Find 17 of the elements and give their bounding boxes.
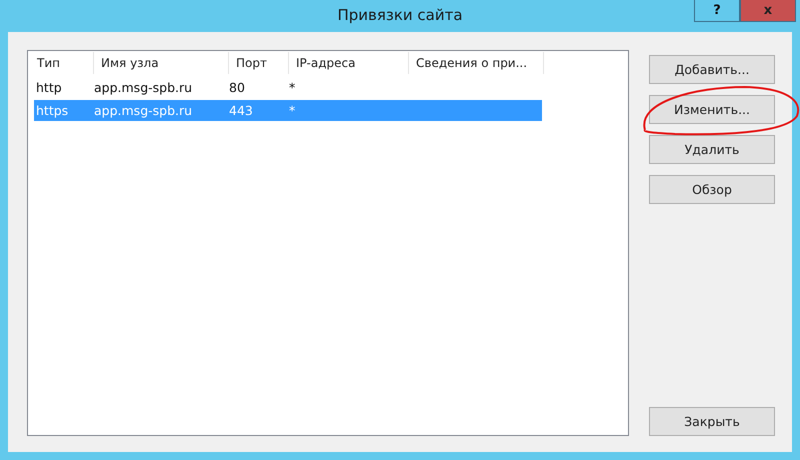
table-row[interactable]: http app.msg-spb.ru 80 * [34,77,542,98]
action-button[interactable]: Изменить... [649,95,775,124]
table-cell-text: 80 [228,80,246,95]
table-cell-text: app.msg-spb.ru [93,80,194,95]
table-cell-text: * [288,103,296,118]
table-cell-text: https [35,103,70,118]
window-title: Привязки сайта [337,6,463,24]
table-cell-text: 443 [228,103,254,118]
table-cell-text: * [288,80,296,95]
close-button[interactable]: x [740,0,796,22]
action-button[interactable]: Обзор [649,175,775,204]
action-button[interactable]: Добавить... [649,55,775,84]
action-button[interactable]: Удалить [649,135,775,164]
close-dialog-button[interactable]: Закрыть [649,407,775,436]
table-cell-text: http [35,80,63,95]
table-cell-text: app.msg-spb.ru [93,103,194,118]
help-button[interactable]: ? [694,0,740,22]
